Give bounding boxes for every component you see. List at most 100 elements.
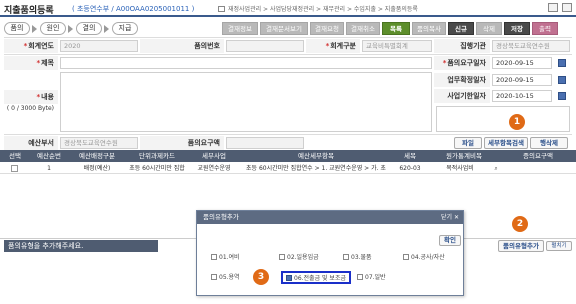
col-select: 선택: [9, 152, 21, 160]
option-03[interactable]: 03.물품: [343, 253, 372, 262]
help-icon[interactable]: [562, 3, 572, 12]
checkbox-icon: [357, 274, 363, 280]
amount-input: [226, 137, 304, 149]
list-button[interactable]: 목록: [382, 22, 410, 35]
new-button[interactable]: 신규: [448, 22, 474, 35]
cell-amount[interactable]: [500, 163, 576, 174]
subject-input[interactable]: [60, 57, 432, 69]
calendar-icon[interactable]: [558, 76, 566, 84]
option-07[interactable]: 07.일반: [357, 273, 386, 282]
arrow-icon: [68, 25, 73, 33]
step-badge-1: 1: [509, 114, 525, 130]
grid-header: 선택 예산순번 예산배정구분 단위과제카드 세부사업 예산세부항목 세목 원가통…: [0, 150, 576, 162]
option-06[interactable]: 06.전출금 및 보조금: [281, 271, 351, 284]
cell-cost: 목적사업비: [446, 165, 474, 172]
subject-label: *제목: [4, 56, 58, 70]
col-unit-card: 단위과제카드: [139, 152, 175, 160]
row-delete-button[interactable]: 행삭제: [530, 137, 568, 149]
number-input: [226, 40, 304, 52]
option-01[interactable]: 01.여비: [211, 253, 240, 262]
expand-button[interactable]: 펼치기: [546, 241, 572, 251]
window-icon[interactable]: [548, 3, 558, 12]
print-button[interactable]: 출력: [532, 22, 558, 35]
arrow-icon: [104, 25, 109, 33]
year-label: *회계연도: [4, 39, 58, 53]
agency-label: 집행기관: [434, 39, 490, 53]
title-bar: 지출품의등록 ( 초등연수부 / A00OAA0205001011 ) 재정사업…: [0, 0, 576, 17]
step-pumui[interactable]: 품의: [4, 22, 30, 35]
step-gyeoli[interactable]: 결의: [76, 22, 102, 35]
search-icon[interactable]: ⌕: [492, 163, 500, 174]
col-cost: 원가통계비목: [446, 152, 482, 160]
option-02[interactable]: 02.일용임금: [279, 253, 319, 262]
calendar-icon[interactable]: [558, 59, 566, 67]
content-textarea[interactable]: [60, 72, 432, 132]
agency-input: 경상북도교육연수원: [492, 40, 570, 52]
step-badge-2: 2: [512, 216, 528, 232]
approval-info-button[interactable]: 결재정보: [222, 22, 258, 35]
dialog-title: 품의유형추가: [197, 211, 463, 224]
approval-cancel-button[interactable]: 결재취소: [346, 22, 380, 35]
page-title: 지출품의등록: [4, 6, 54, 16]
dept-label: 예산부서: [4, 136, 58, 150]
cell-assign: 배정(예산): [83, 165, 111, 172]
copy-button[interactable]: 품의복사: [412, 22, 446, 35]
col-project: 세부사업: [202, 152, 226, 160]
calendar-icon[interactable]: [558, 92, 566, 100]
approval-request-button[interactable]: 결재요청: [310, 22, 344, 35]
request-date-input[interactable]: 2020-09-15: [492, 57, 552, 69]
content-limit: ( 0 / 3000 Byte): [6, 105, 54, 112]
memo-box[interactable]: [436, 106, 570, 132]
breadcrumb-text: 재정사업관리 > 사업담당재정관리 > 재무관리 > 수입지출 > 지출품의등록: [228, 6, 418, 13]
dialog-close-button[interactable]: 닫기 ✕: [441, 211, 459, 224]
deadline-input[interactable]: 2020-10-15: [492, 90, 552, 102]
col-subitem: 세목: [404, 152, 416, 160]
save-button[interactable]: 저장: [504, 22, 530, 35]
work-date-input[interactable]: 2020-09-15: [492, 74, 552, 86]
cell-subitem: 620-03: [399, 165, 421, 172]
dept-input: 경상북도교육연수원: [60, 137, 138, 149]
year-input: 2020: [60, 40, 138, 52]
file-button[interactable]: 파일: [454, 137, 482, 149]
detail-search-button[interactable]: 세부항목검색: [484, 137, 528, 149]
col-assign: 예산배정구분: [79, 152, 115, 160]
confirm-button[interactable]: 확인: [439, 235, 461, 246]
checkbox-icon: [211, 254, 217, 260]
checkbox-icon: [343, 254, 349, 260]
delete-button[interactable]: 삭제: [476, 22, 502, 35]
checkbox-icon: [279, 254, 285, 260]
col-amount: 증의요구액: [523, 152, 553, 160]
breadcrumb: 재정사업관리 > 사업담당재정관리 > 재무관리 > 수입지출 > 지출품의등록: [218, 4, 418, 13]
checkbox-checked-icon: [286, 275, 292, 281]
number-label: 품의번호: [140, 39, 224, 53]
checkbox-icon: [403, 254, 409, 260]
cell-budget-item: 초등 60시간미만 집합연수 > 1. 교원연수운영 > 가. 초: [246, 165, 386, 172]
work-date-label: 업무확정일자: [434, 73, 490, 87]
row-checkbox[interactable]: [11, 165, 18, 172]
divider: [4, 37, 572, 38]
add-type-button[interactable]: 품의유형추가: [498, 240, 544, 252]
account-type-select[interactable]: 교육비특별회계: [362, 40, 432, 52]
account-type-label: *회계구분: [306, 39, 360, 53]
arrow-icon: [32, 25, 37, 33]
step-jigeup[interactable]: 지급: [112, 22, 138, 35]
page-subtitle: ( 초등연수부 / A00OAA0205001011 ): [72, 5, 195, 13]
col-seq: 예산순번: [37, 152, 61, 160]
step-badge-3: 3: [253, 269, 269, 285]
home-icon[interactable]: [218, 6, 225, 12]
step-wonin[interactable]: 원인: [40, 22, 66, 35]
option-04[interactable]: 04.공사/자산: [403, 253, 445, 262]
cell-seq: 1: [47, 165, 51, 172]
cell-project: 교원연수운영: [197, 165, 231, 172]
approval-doc-button[interactable]: 결재문서보기: [260, 22, 308, 35]
col-budget-item: 예산세부항목: [298, 152, 334, 160]
checkbox-icon: [211, 274, 217, 280]
table-row[interactable]: 1 배정(예산) 초등 60시간미만 집합 교원연수운영 초등 60시간미만 집…: [0, 163, 576, 174]
cell-unit-card: 초등 60시간미만 집합: [129, 165, 185, 172]
add-type-dialog: 품의유형추가 닫기 ✕ 확인 01.여비 02.일용임금 03.물품 04.공사…: [196, 210, 464, 296]
option-05[interactable]: 05.용역: [211, 273, 240, 282]
request-date-label: *품의요구일자: [434, 56, 490, 70]
divider: [4, 54, 572, 55]
divider: [4, 134, 572, 135]
hint-bar: 품의유형을 추가해주세요.: [4, 240, 158, 252]
